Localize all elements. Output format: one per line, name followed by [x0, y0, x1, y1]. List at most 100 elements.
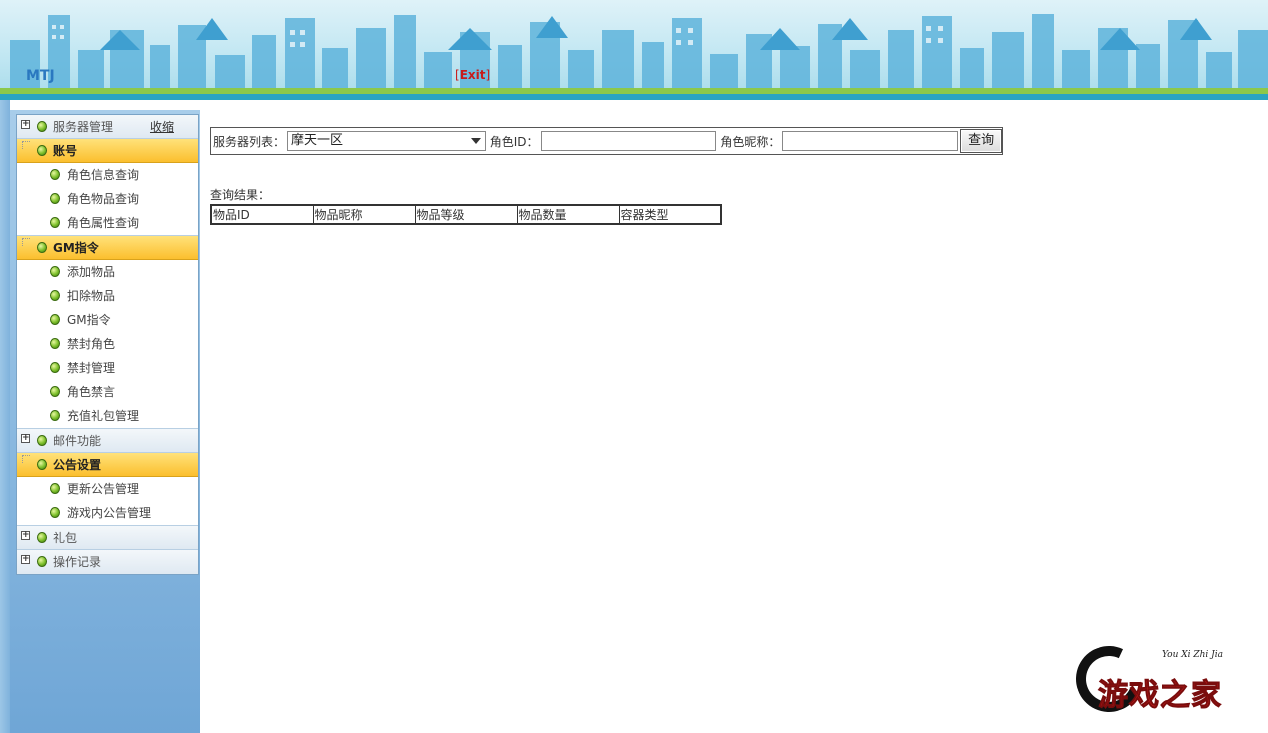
menu-item-label: 游戏内公告管理	[67, 506, 152, 520]
tree-connector-icon	[22, 455, 30, 463]
green-orb-icon	[37, 556, 47, 567]
green-orb-icon	[37, 242, 47, 253]
green-orb-icon	[50, 507, 60, 518]
column-header: 物品昵称	[312, 204, 416, 225]
column-header: 物品ID	[210, 204, 314, 225]
menu-group-label: 操作记录	[53, 555, 102, 569]
menu-group-label: GM指令	[53, 241, 99, 255]
menu-group-server: + 服务器管理 收缩	[17, 115, 198, 139]
menu-group-gm: GM指令 添加物品 扣除物品 GM指令 禁封角色 禁封管理 角色禁言 充值礼包管…	[17, 236, 198, 429]
menu-group-label: 公告设置	[53, 458, 102, 472]
green-orb-icon	[50, 290, 60, 301]
query-button[interactable]: 查询	[960, 129, 1002, 153]
city-skyline-graphic	[10, 14, 1268, 90]
column-header: 物品等级	[414, 204, 518, 225]
column-header: 物品数量	[516, 204, 620, 225]
menu-group-head-mail[interactable]: + 邮件功能	[17, 429, 198, 453]
exit-link[interactable]: Exit	[460, 68, 486, 82]
site-watermark-logo: You Xi Zhi Jia 游戏之家	[1066, 636, 1260, 722]
menu-group-label: 礼包	[53, 531, 78, 545]
green-orb-icon	[50, 193, 60, 204]
green-orb-icon	[50, 314, 60, 325]
menu-item-role-items[interactable]: 角色物品查询	[17, 187, 198, 211]
green-orb-icon	[37, 459, 47, 470]
green-orb-icon	[50, 386, 60, 397]
menu-group-gift: + 礼包	[17, 526, 198, 550]
green-orb-icon	[50, 217, 60, 228]
menu-group-head-log[interactable]: + 操作记录	[17, 550, 198, 574]
sidebar-rail	[0, 100, 10, 733]
menu-group-head-gift[interactable]: + 礼包	[17, 526, 198, 550]
page: MTJ [Exit] + 服务器管理 收缩 账号 角色信息查询 角色物品查询 角…	[0, 0, 1268, 733]
green-orb-icon	[37, 121, 47, 132]
menu-group-mail: + 邮件功能	[17, 429, 198, 453]
menu-item-add-item[interactable]: 添加物品	[17, 260, 198, 284]
menu-item-role-mute[interactable]: 角色禁言	[17, 380, 198, 404]
menu-item-ban-manage[interactable]: 禁封管理	[17, 356, 198, 380]
green-orb-icon	[50, 338, 60, 349]
menu-item-role-info[interactable]: 角色信息查询	[17, 163, 198, 187]
column-header: 容器类型	[618, 204, 722, 225]
menu-item-label: 禁封角色	[67, 337, 116, 351]
menu-group-label: 服务器管理	[53, 120, 114, 134]
menu-item-role-attrs[interactable]: 角色属性查询	[17, 211, 198, 235]
menu-item-label: GM指令	[67, 313, 111, 327]
server-select-value: 摩天一区	[291, 133, 344, 148]
role-id-label: 角色ID：	[489, 134, 539, 149]
menu-item-ban-role[interactable]: 禁封角色	[17, 332, 198, 356]
menu-item-label: 扣除物品	[67, 289, 116, 303]
main-content: 服务器列表： 摩天一区 角色ID： 角色昵称： 查询 查询结果： 物品ID 物品…	[200, 100, 1268, 733]
collapse-menu-link[interactable]: 收缩	[150, 115, 174, 139]
tree-connector-icon	[22, 238, 30, 246]
menu-group-head-notice[interactable]: 公告设置	[17, 453, 198, 477]
menu-group-head-gm[interactable]: GM指令	[17, 236, 198, 260]
green-orb-icon	[50, 410, 60, 421]
menu-group-label: 账号	[53, 144, 78, 158]
green-orb-icon	[50, 266, 60, 277]
menu-items-gm: 添加物品 扣除物品 GM指令 禁封角色 禁封管理 角色禁言 充值礼包管理	[17, 260, 198, 429]
header-banner: MTJ [Exit]	[0, 0, 1268, 100]
menu-item-recharge-gift[interactable]: 充值礼包管理	[17, 404, 198, 428]
menu-group-label: 邮件功能	[53, 434, 102, 448]
server-select[interactable]: 摩天一区	[287, 131, 486, 151]
menu-item-gm-command[interactable]: GM指令	[17, 308, 198, 332]
result-table: 物品ID 物品昵称 物品等级 物品数量 容器类型	[210, 204, 722, 225]
menu-item-label: 角色信息查询	[67, 168, 140, 182]
green-orb-icon	[37, 435, 47, 446]
menu-items-notice: 更新公告管理 游戏内公告管理	[17, 477, 198, 526]
menu-group-head-account[interactable]: 账号	[17, 139, 198, 163]
search-form: 服务器列表： 摩天一区 角色ID： 角色昵称： 查询	[210, 127, 1003, 155]
table-header-row: 物品ID 物品昵称 物品等级 物品数量 容器类型	[210, 204, 722, 225]
menu-group-account: 账号 角色信息查询 角色物品查询 角色属性查询	[17, 139, 198, 236]
menu-item-label: 角色属性查询	[67, 216, 140, 230]
brand-title: MTJ	[26, 68, 55, 84]
server-list-label: 服务器列表：	[213, 134, 286, 149]
watermark-text: 游戏之家	[1098, 678, 1222, 714]
menu-group-log: + 操作记录	[17, 550, 198, 574]
menu-group-head-server[interactable]: + 服务器管理 收缩	[17, 115, 198, 139]
menu-items-account: 角色信息查询 角色物品查询 角色属性查询	[17, 163, 198, 236]
expand-plus-icon[interactable]: +	[21, 434, 30, 443]
role-id-input[interactable]	[540, 131, 717, 151]
menu-item-remove-item[interactable]: 扣除物品	[17, 284, 198, 308]
role-name-label: 角色昵称：	[720, 134, 781, 149]
green-orb-icon	[37, 145, 47, 156]
menu-item-label: 充值礼包管理	[67, 409, 140, 423]
green-orb-icon	[50, 362, 60, 373]
menu-item-ingame-notice[interactable]: 游戏内公告管理	[17, 501, 198, 525]
expand-plus-icon[interactable]: +	[21, 120, 30, 129]
menu-item-label: 禁封管理	[67, 361, 116, 375]
menu-group-notice: 公告设置 更新公告管理 游戏内公告管理	[17, 453, 198, 526]
green-orb-icon	[50, 483, 60, 494]
expand-plus-icon[interactable]: +	[21, 531, 30, 540]
menu-item-label: 更新公告管理	[67, 482, 140, 496]
menu-item-label: 角色禁言	[67, 385, 116, 399]
role-name-input[interactable]	[782, 131, 959, 151]
green-orb-icon	[50, 169, 60, 180]
menu-item-label: 角色物品查询	[67, 192, 140, 206]
watermark-subtext: You Xi Zhi Jia	[1162, 650, 1224, 660]
menu-item-update-notice[interactable]: 更新公告管理	[17, 477, 198, 501]
exit-right-bracket: ]	[485, 68, 491, 82]
sidebar-menu: + 服务器管理 收缩 账号 角色信息查询 角色物品查询 角色属性查询 GM指令 …	[16, 114, 199, 575]
expand-plus-icon[interactable]: +	[21, 555, 30, 564]
